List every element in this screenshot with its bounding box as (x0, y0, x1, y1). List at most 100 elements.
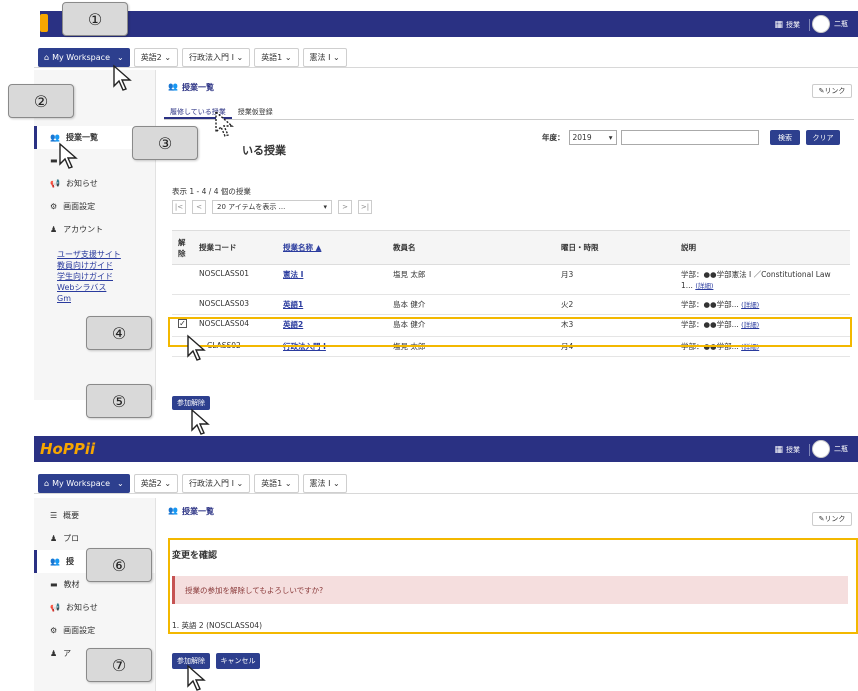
support-site-link[interactable]: ユーザ支援サイト (57, 249, 155, 260)
class-link[interactable]: 英語1 (283, 300, 303, 309)
sidebar-item-announcements[interactable]: 📢 お知らせ (34, 172, 155, 195)
callout-4: ④ (86, 316, 152, 350)
col-unenroll: 解除 (172, 230, 193, 265)
clear-button[interactable]: クリア (806, 130, 840, 145)
result-count: 表示 1 - 4 / 4 個の授業 (172, 187, 251, 196)
cursor-icon (187, 334, 206, 361)
home-icon: ⌂ (44, 479, 50, 488)
site-tab[interactable]: 英語2 ⌄ (133, 474, 179, 493)
tab-provisional[interactable]: 授業仮登録 (232, 104, 279, 119)
callout-1: ① (62, 2, 128, 36)
chevron-down-icon: ⌄ (116, 53, 124, 62)
dropdown-arrow-icon: ▾ (608, 133, 613, 142)
cursor-icon (191, 408, 210, 435)
page-title: 👥 授業一覧 (168, 506, 214, 516)
site-tab[interactable]: 英語1 ⌄ (254, 474, 299, 493)
user-name: 二瓶 (834, 445, 848, 453)
list-icon: ☰ (50, 511, 58, 520)
callout-5: ⑤ (86, 384, 152, 418)
highlight-confirm (168, 538, 858, 634)
first-page-button[interactable]: |< (172, 200, 186, 214)
col-code: 授業コード (193, 230, 277, 265)
dropdown-arrow-icon: ▾ (323, 203, 327, 211)
site-nav: ⌂ My Workspace ⌄ 英語2 ⌄ 行政法入門 I ⌄ 英語1 ⌄ 憲… (34, 44, 858, 68)
highlight-row (168, 317, 852, 347)
apps-menu[interactable]: ▦ 授業 (774, 19, 810, 31)
year-select[interactable]: 2019 ▾ (568, 130, 617, 145)
sidebar-item-overview[interactable]: ☰ 概要 (34, 504, 155, 527)
user-avatar[interactable]: 二瓶 (812, 15, 848, 33)
col-teacher: 教員名 (387, 230, 555, 265)
logo-fragment (40, 14, 48, 32)
site-tab[interactable]: 行政法入門 I ⌄ (182, 48, 251, 67)
callout-2: ② (8, 84, 74, 118)
person-icon: ♟ (50, 534, 58, 543)
user-name: 二瓶 (834, 20, 848, 28)
table-row: NOSCLASS03 英語1 島本 健介 火2 学部：●●学部... (詳細) (172, 294, 850, 315)
sidebar-item-profile[interactable]: ♟ プロ (34, 527, 155, 550)
site-nav-bottom: ⌂ My Workspace ⌄ 英語2 ⌄ 行政法入門 I ⌄ 英語1 ⌄ 憲… (34, 470, 858, 494)
col-name[interactable]: 授業名称 ▲ (277, 230, 387, 265)
grid-icon: ▦ (774, 445, 783, 455)
web-syllabus-link[interactable]: Webシラバス (57, 282, 155, 293)
page-size-select[interactable]: 20 アイテムを表示 ... ▾ (212, 200, 332, 214)
page-title: 👥 授業一覧 (168, 82, 214, 92)
folder-icon: ▬ (50, 156, 58, 165)
sidebar-item-account[interactable]: ♟ アカウント (34, 218, 155, 241)
cursor-icon (113, 64, 132, 91)
site-tab[interactable]: 憲法 I ⌄ (302, 48, 347, 67)
user-avatar[interactable]: 二瓶 (812, 440, 848, 458)
next-page-button[interactable]: > (338, 200, 352, 214)
details-link[interactable]: (詳細) (695, 282, 713, 290)
callout-6: ⑥ (86, 548, 152, 582)
people-icon: 👥 (50, 133, 60, 142)
year-filter: 年度： 2019 ▾ (542, 130, 759, 145)
cursor-icon (215, 110, 234, 137)
callout-7: ⑦ (86, 648, 152, 682)
tab-bar: 履修している授業 授業仮登録 (164, 104, 854, 120)
megaphone-icon: 📢 (50, 603, 60, 612)
sidebar-item-announcements[interactable]: 📢 お知らせ (34, 596, 155, 619)
gear-icon: ⚙ (50, 626, 58, 635)
person-icon: ♟ (50, 649, 58, 658)
link-button[interactable]: ✎リンク (812, 512, 852, 526)
top-header: 二瓶 ▦ 授業 (40, 11, 858, 37)
site-tab[interactable]: 行政法入門 I ⌄ (182, 474, 251, 493)
site-tab[interactable]: 憲法 I ⌄ (302, 474, 347, 493)
last-page-button[interactable]: >| (358, 200, 372, 214)
logo: HoPPii (40, 440, 96, 458)
class-link[interactable]: 憲法 I (283, 270, 303, 279)
teacher-guide-link[interactable]: 教員向けガイド (57, 260, 155, 271)
col-period: 曜日・時限 (555, 230, 675, 265)
gmail-link[interactable]: Gm (57, 293, 155, 304)
people-icon: 👥 (168, 506, 178, 515)
person-icon: ♟ (50, 225, 58, 234)
chevron-down-icon: ⌄ (116, 479, 124, 488)
cursor-icon (187, 664, 206, 691)
site-tab[interactable]: 英語1 ⌄ (254, 48, 299, 67)
site-tab[interactable]: 英語2 ⌄ (133, 48, 179, 67)
my-workspace-button[interactable]: ⌂ My Workspace ⌄ (38, 474, 130, 493)
col-desc: 説明 (675, 230, 850, 265)
callout-3: ③ (132, 126, 198, 160)
prev-page-button[interactable]: < (192, 200, 206, 214)
table-row: NOSCLASS01 憲法 I 塩見 太郎 月3 学部：●●学部憲法 I ／Co… (172, 264, 850, 295)
megaphone-icon: 📢 (50, 179, 60, 188)
sidebar-item-preferences[interactable]: ⚙ 画面設定 (34, 195, 155, 218)
pager: |< < 20 アイテムを表示 ... ▾ > >| (172, 200, 372, 214)
folder-icon: ▬ (50, 580, 58, 589)
student-guide-link[interactable]: 学生向けガイド (57, 271, 155, 282)
people-icon: 👥 (168, 82, 178, 91)
home-icon: ⌂ (44, 53, 50, 62)
apps-menu[interactable]: ▦ 授業 (774, 444, 810, 456)
details-link[interactable]: (詳細) (741, 301, 759, 309)
sidebar-top: 👥 授業一覧 ▬ 教材 📢 お知らせ ⚙ 画面設定 ♟ アカウント ユーザ支援サ… (34, 70, 156, 400)
main-top: 👥 授業一覧 ✎リンク 履修している授業 授業仮登録 いる授業 年度： 2019 ▾… (164, 76, 854, 410)
gear-icon: ⚙ (50, 202, 58, 211)
cancel-button[interactable]: キャンセル (216, 653, 260, 669)
sidebar-item-preferences[interactable]: ⚙ 画面設定 (34, 619, 155, 642)
people-icon: 👥 (50, 557, 60, 566)
search-button[interactable]: 検索 (770, 130, 800, 145)
search-input[interactable] (620, 130, 759, 145)
link-button[interactable]: ✎リンク (812, 84, 852, 98)
